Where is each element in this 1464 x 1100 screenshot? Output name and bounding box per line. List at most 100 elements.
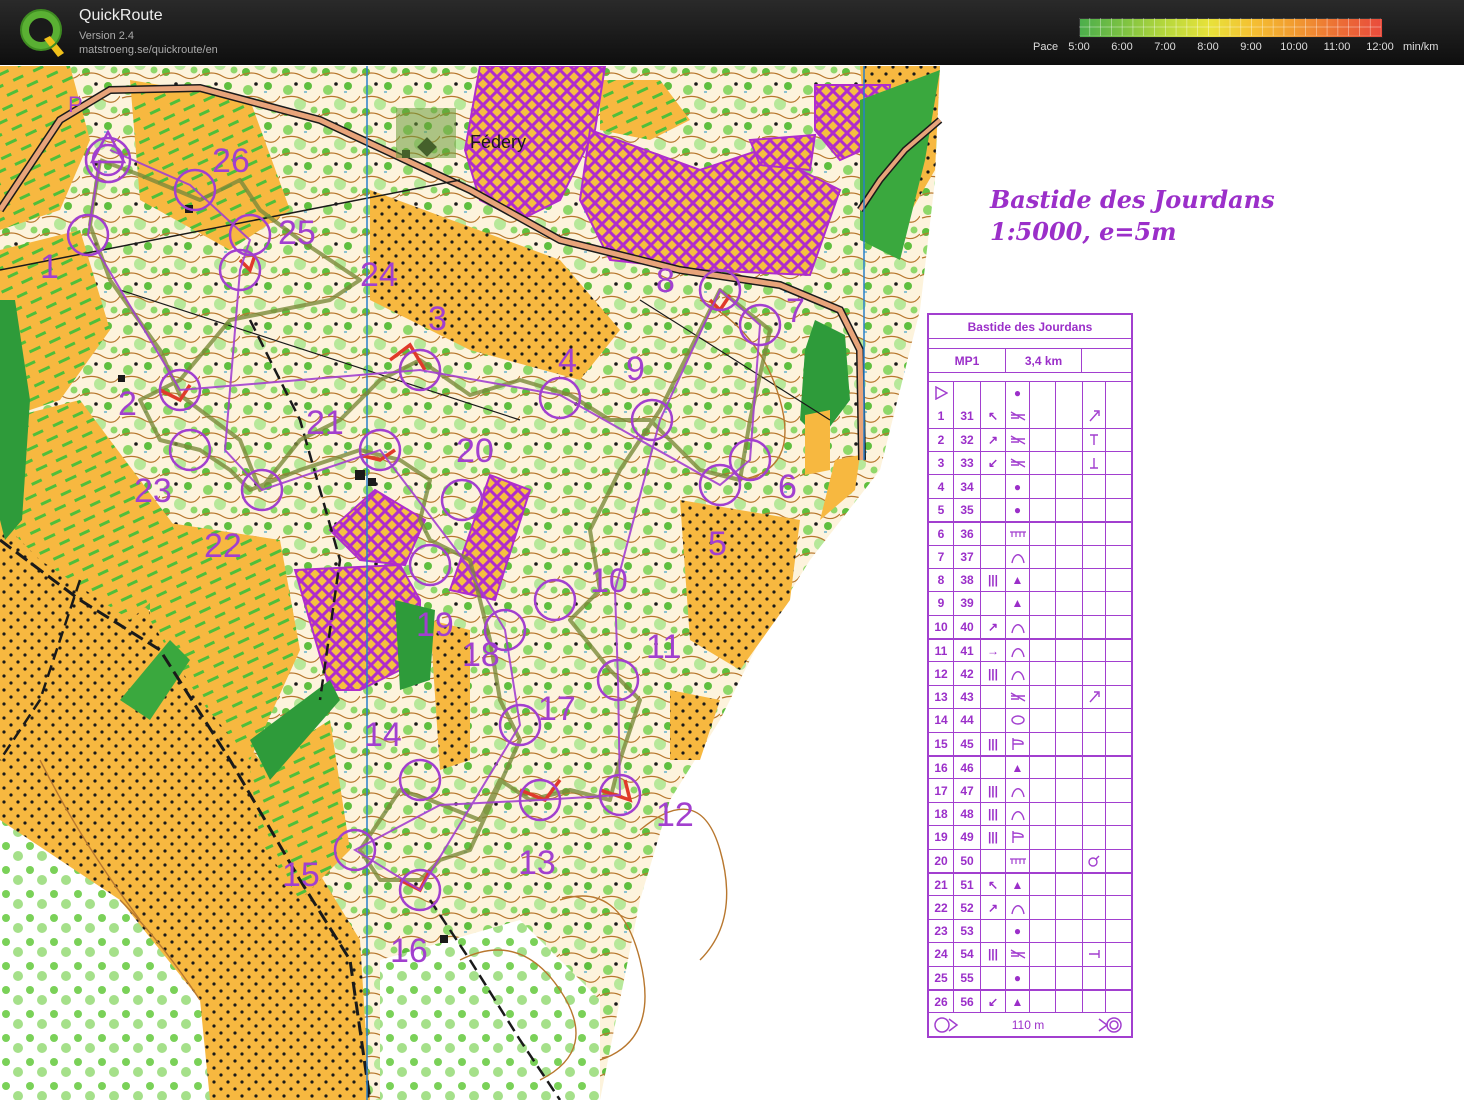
control-number: 8 [656,262,675,300]
control-number-cell: 26 [934,994,948,1009]
pace-tick: 7:00 [1154,41,1176,53]
control-code-cell: 49 [953,826,980,849]
control-number: 7 [786,292,805,330]
app-header: QuickRoute Version 2.4 matstroeng.se/qui… [0,0,1464,65]
pace-grid-cell [1251,18,1263,28]
control-number-cell: 5 [937,502,945,517]
pace-grid-cell [1143,26,1155,36]
side-icon [1089,950,1100,959]
pace-grid-cell [1240,26,1252,36]
control-number: 5 [708,525,727,563]
location-cell [1082,685,1105,709]
finish-funnel-icon [934,1016,959,1033]
control-number-cell: 11 [934,643,948,658]
control-number: 23 [134,472,172,510]
description-row: 21 51 ↖ ▲ [929,871,1131,896]
description-row: 2 32 ↗ [929,427,1131,451]
location-cell [1082,873,1105,896]
description-class-row: MP1 3,4 km [929,348,1131,372]
out-of-bounds-area [748,133,817,172]
pace-grid-cell [1175,18,1188,28]
control-number: 24 [360,256,398,294]
control-number-cell: 18 [934,807,948,821]
description-start-row: ● [929,380,1131,405]
direction-cell [980,709,1005,732]
direction-cell: ||| [980,826,1005,849]
description-row: 14 44 [929,708,1131,732]
feature-cell: ● [1005,475,1029,498]
ruined-wall-end-icon [1089,691,1100,703]
spur-icon [1010,623,1025,634]
stony-ground-icon [1010,949,1025,959]
pace-grid-cell [1089,26,1101,36]
feature-cell [1005,685,1029,709]
feature-cell: ▲ [1005,873,1029,896]
description-row: 18 48 ||| [929,801,1131,826]
feature-cell [1005,428,1029,451]
direction-cell: ↗ [980,896,1005,919]
end-icon [1088,855,1100,867]
open-land [805,410,830,475]
app-url[interactable]: matstroeng.se/quickroute/en [79,44,218,56]
feature-cell [1005,802,1029,826]
description-row: 26 56 ↙ ▲ [929,988,1131,1013]
feature-cell [1005,732,1029,756]
location-cell [1082,475,1105,498]
stony-ground-icon [1010,458,1025,468]
pace-grid-cell [1186,26,1198,36]
app-version: Version 2.4 [79,30,135,42]
direction-cell: ↗ [980,428,1005,451]
pace-label: Pace [1033,41,1059,53]
quickroute-q-logo-icon [20,9,64,57]
location-cell [1082,919,1105,943]
ruined-wall-icon [1009,531,1026,537]
control-code-cell: 50 [953,849,980,872]
location-cell [1082,640,1105,662]
control-code-cell: 46 [953,757,980,779]
pace-grid-cell [1164,26,1177,36]
control-number-cell: 4 [937,479,945,494]
description-title-row: Bastide des Jourdans [929,315,1131,338]
pace-grid-cell [1164,18,1177,28]
spur-icon [1010,787,1025,797]
control-number: 17 [538,690,576,728]
pace-grid-cell [1111,26,1123,36]
control-number-cell: 3 [937,456,945,471]
control-number: 14 [364,716,402,754]
control-number: 1 [40,248,59,286]
pace-grid-cell [1283,18,1296,28]
control-number: 10 [590,562,628,600]
pace-grid-cell [1272,18,1285,28]
control-number-cell: 25 [934,970,948,985]
course-length: 3,4 km [1005,349,1081,372]
feature-cell [1005,545,1029,568]
top-side-icon [1090,434,1098,445]
description-row: 23 53 ● [929,918,1131,943]
control-number-cell: 1 [937,408,945,423]
feature-cell [1005,896,1029,919]
pace-grid-cell [1305,26,1317,36]
pace-tick: 6:00 [1111,41,1133,53]
description-row: 25 55 ● [929,965,1131,989]
control-number-cell: 13 [934,690,948,705]
description-spacer [929,338,1131,348]
location-cell [1082,428,1105,451]
control-number: 26 [212,142,250,180]
pace-grid-cell [1121,18,1134,28]
ruined-wall-icon [1009,858,1026,864]
pace-grid-cell [1359,26,1371,36]
control-code-cell: 41 [953,640,980,662]
control-number-cell: 9 [937,596,945,611]
control-code-cell: 32 [953,428,980,451]
ruined-wall-end-icon [1089,410,1100,422]
location-cell [1082,498,1105,522]
description-row: 16 46 ▲ [929,755,1131,779]
start-triangle-icon [935,385,948,400]
pace-grid-cell [1294,18,1306,28]
spur-icon [1010,670,1025,680]
pace-grid-cell [1100,26,1112,36]
terrace-icon [1011,737,1024,750]
control-code-cell: 47 [953,779,980,802]
feature-cell [1005,615,1029,639]
spur-icon [1010,647,1025,657]
